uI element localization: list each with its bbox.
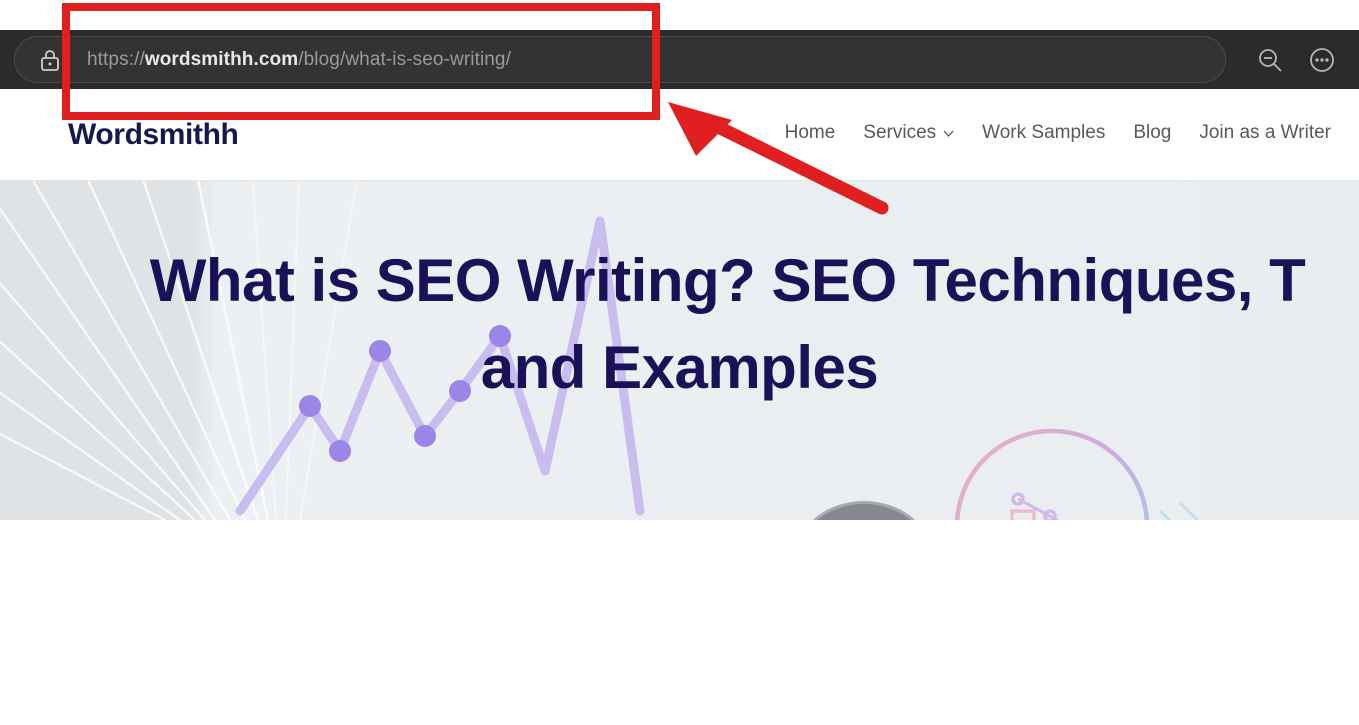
url-domain: wordsmithh.com [144, 48, 299, 70]
lock-icon [41, 49, 59, 71]
url-scheme: https:// [87, 48, 145, 70]
nav-item-services[interactable]: Services [849, 122, 968, 144]
zoom-out-icon[interactable] [1255, 45, 1285, 75]
url-path: /blog/what-is-seo-writing/ [298, 48, 511, 70]
nav-label: Home [784, 122, 836, 143]
article-content: Contents SEO [0, 520, 1359, 725]
nav-label: Blog [1133, 122, 1172, 143]
chevron-down-icon [943, 130, 954, 137]
nav-item-home[interactable]: Home [771, 122, 850, 144]
nav-label: Join as a Writer [1199, 122, 1331, 143]
main-navigation: Home Services Work Samples Blog Join as … [771, 122, 1345, 144]
hero-background-graphic: SEO [0, 181, 1359, 520]
screen-root: https://wordsmithh.com/blog/what-is-seo-… [0, 0, 1359, 725]
url-text: https://wordsmithh.com/blog/what-is-seo-… [87, 49, 511, 71]
hero-banner: SEO [0, 181, 1359, 520]
nav-label: Services [863, 122, 937, 143]
nav-item-work-samples[interactable]: Work Samples [968, 122, 1119, 144]
site-logo[interactable]: Wordsmithh [68, 118, 239, 152]
address-bar[interactable]: https://wordsmithh.com/blog/what-is-seo-… [14, 36, 1226, 83]
more-options-icon[interactable] [1307, 45, 1337, 75]
toolbar-icon-group [1255, 36, 1351, 83]
browser-toolbar: https://wordsmithh.com/blog/what-is-seo-… [0, 30, 1359, 89]
nav-item-join-as-a-writer[interactable]: Join as a Writer [1185, 122, 1345, 144]
nav-label: Work Samples [982, 122, 1106, 143]
nav-item-blog[interactable]: Blog [1119, 122, 1185, 144]
